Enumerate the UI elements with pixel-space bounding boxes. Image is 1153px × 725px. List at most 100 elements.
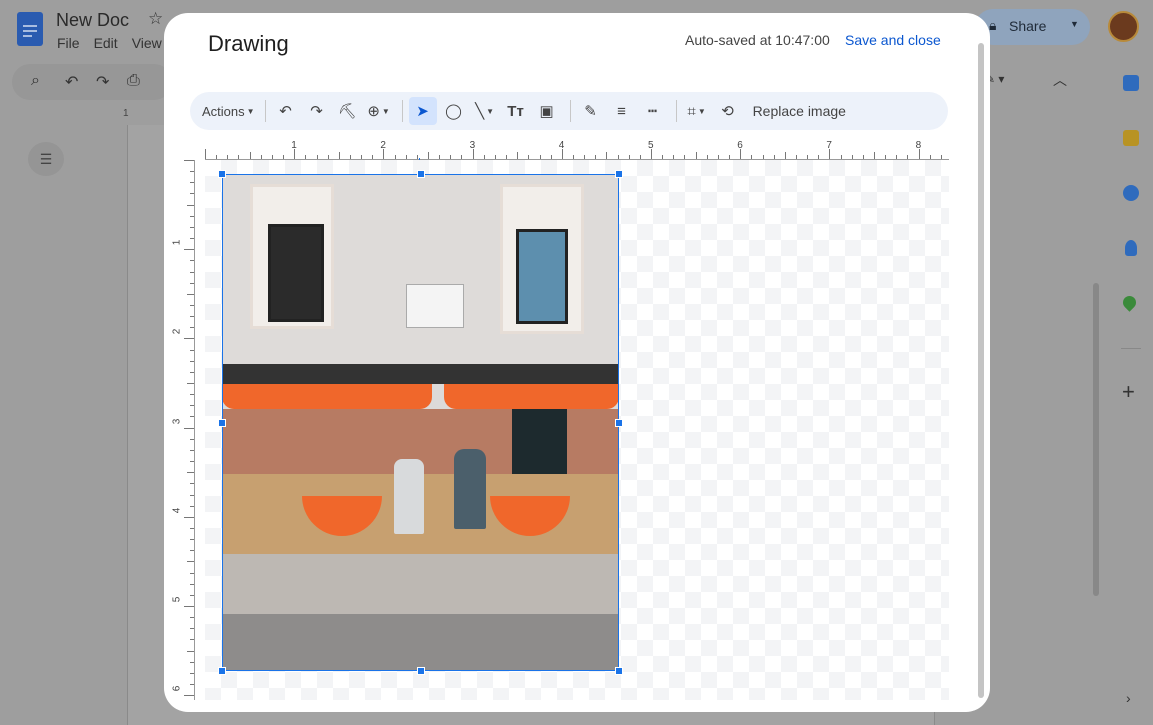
menu-bar: File Edit View [57,35,176,51]
keep-icon[interactable] [1123,130,1139,146]
ruler-tick [190,171,194,173]
ruler-tick [190,304,194,306]
resize-handle[interactable] [615,419,623,427]
crop-icon[interactable]: ⌗ ▼ [683,97,711,125]
ruler-tick [190,193,194,195]
ruler-tick [695,152,697,159]
save-and-close-button[interactable]: Save and close [845,32,941,48]
ruler-tick [271,155,273,159]
resize-handle[interactable] [417,667,425,675]
ruler-label: 1 [171,239,183,246]
zoom-icon[interactable]: ⊕ ▼ [365,97,393,125]
border-dash-icon[interactable]: ┅ [639,97,667,125]
contacts-icon[interactable] [1125,240,1137,256]
resize-handle[interactable] [615,667,623,675]
ruler-tick [190,282,194,284]
shape-icon[interactable]: ◯ [440,97,468,125]
maps-icon[interactable] [1120,293,1139,312]
ruler-tick [184,695,194,697]
collapse-icon[interactable]: ︿ [1053,70,1067,90]
ruler-tick [190,483,194,485]
ruler-tick [190,494,194,496]
ruler-tick [184,516,194,518]
ruler-tick [428,152,429,159]
menu-edit[interactable]: Edit [94,35,118,51]
ruler-tick [372,155,374,159]
ruler-tick [595,155,597,159]
redo-icon[interactable]: ↷ [303,97,331,125]
share-button[interactable]: 🔒︎ Share ▼ [975,9,1090,45]
text-box-icon[interactable]: Tт [502,97,530,125]
ruler-tick [190,461,194,463]
ruler-tick [260,155,262,159]
vertical-ruler[interactable]: 1 2 3 4 5 6 [171,160,195,700]
ruler-tick [907,155,909,159]
ruler-tick [190,583,194,585]
redo-icon[interactable]: ↷ [96,72,109,92]
actions-label: Actions [202,103,245,119]
actions-menu[interactable]: Actions ▼ [202,97,255,125]
ruler-tick [316,155,318,159]
ruler-tick [190,360,194,362]
menu-file[interactable]: File [57,35,80,51]
ruler-tick [190,371,194,373]
ruler-tick [617,155,619,159]
calendar-icon[interactable] [1123,75,1139,91]
dialog-scrollbar[interactable] [978,43,984,698]
undo-icon[interactable]: ↶ [272,97,300,125]
ruler-tick [807,155,809,159]
doc-ruler-mark: 1 [123,108,129,119]
replace-image-button[interactable]: Replace image [745,97,854,125]
doc-scrollbar[interactable] [1093,283,1099,596]
horizontal-ruler[interactable]: 1 2 3 4 5 6 7 8 [205,140,949,160]
print-icon[interactable]: ⎙ [127,72,140,90]
ruler-tick [190,628,194,630]
ruler-tick [205,149,206,159]
ruler-tick [885,155,887,159]
resize-handle[interactable] [218,170,226,178]
expand-sidebar-icon[interactable]: › [1126,690,1131,706]
reset-image-icon[interactable]: ⟲ [714,97,742,125]
search-icon[interactable]: ⌕ [31,72,40,90]
line-icon[interactable]: ╲ ▼ [471,97,499,125]
star-icon[interactable]: ☆ [148,9,163,29]
share-dropdown-icon[interactable]: ▼ [1070,19,1079,29]
menu-view[interactable]: View [132,35,162,51]
select-icon[interactable]: ➤ [408,97,437,125]
ruler-label: 3 [469,140,476,151]
tasks-icon[interactable] [1123,185,1139,201]
resize-handle[interactable] [417,170,425,178]
ruler-tick [639,155,641,159]
ruler-tick [349,155,351,159]
toolbar-divider [675,100,677,122]
ruler-tick [483,155,485,159]
outline-button[interactable]: ☰ [28,142,64,176]
resize-handle[interactable] [615,170,623,178]
ruler-tick [187,383,194,384]
ruler-label: 6 [737,140,743,151]
border-weight-icon[interactable]: ≡ [608,97,636,125]
ruler-tick [249,152,251,159]
ruler-tick [439,155,441,159]
ruler-tick [706,155,708,159]
doc-title[interactable]: New Doc [56,10,129,31]
ruler-tick [190,238,194,240]
ruler-label: 8 [915,140,922,151]
ruler-label: 2 [171,329,183,335]
paint-format-icon[interactable]: ⛏ [334,97,362,125]
add-addon-icon[interactable]: + [1122,379,1135,405]
toolbar-divider [401,100,403,122]
image-icon[interactable]: ▣ [533,97,561,125]
ruler-tick [190,594,194,596]
ruler-tick [190,182,194,184]
avatar[interactable] [1108,11,1139,42]
ruler-tick [550,155,552,159]
resize-handle[interactable] [218,667,226,675]
ruler-tick [184,249,194,251]
image-selection-box[interactable] [218,170,623,675]
border-color-icon[interactable]: ✎ [577,97,605,125]
resize-handle[interactable] [218,419,226,427]
lock-icon: 🔒︎ [989,17,997,33]
ruler-tick [405,155,407,159]
undo-icon[interactable]: ↶ [65,72,78,92]
